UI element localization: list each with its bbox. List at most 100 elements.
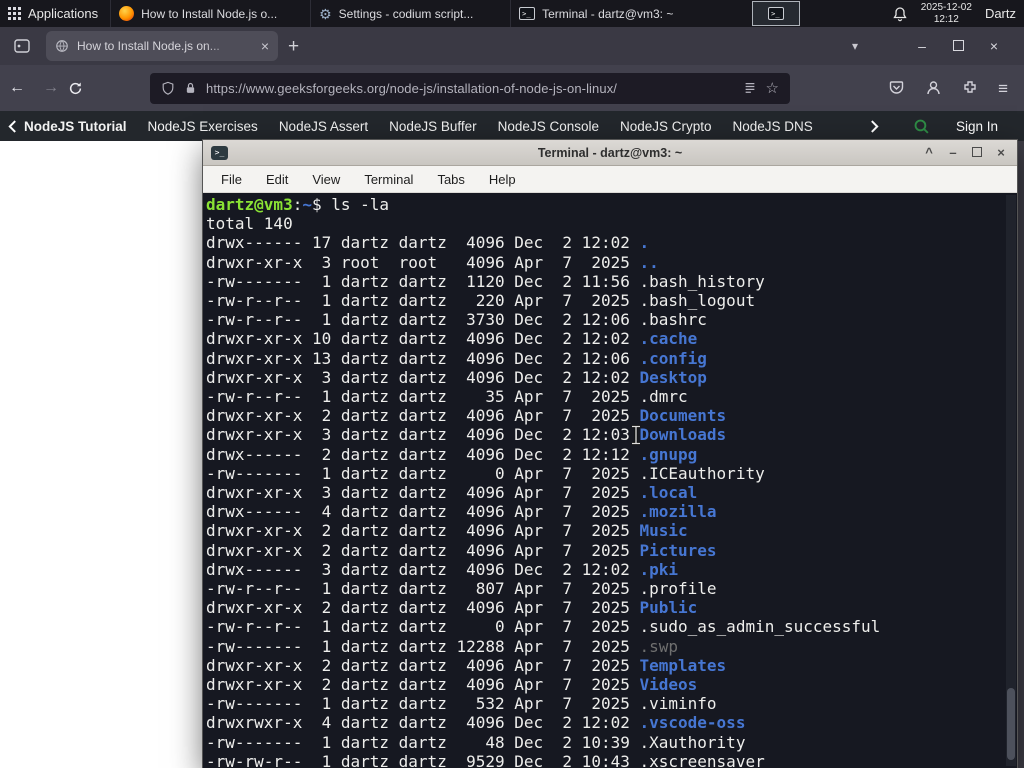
- window-controls: ▾ – ×: [852, 39, 1024, 53]
- list-all-tabs-icon[interactable]: ▾: [852, 39, 858, 53]
- terminal-menu-help[interactable]: Help: [489, 172, 516, 187]
- nav-scroll-left-icon[interactable]: [0, 119, 24, 133]
- back-button[interactable]: ←: [0, 79, 34, 97]
- terminal-output-row: drwxr-xr-x 2 dartz dartz 4096 Apr 7 2025…: [206, 540, 717, 560]
- terminal-output-row: -rw------- 1 dartz dartz 532 Apr 7 2025 …: [206, 694, 717, 714]
- terminal-menu-file[interactable]: File: [221, 172, 242, 187]
- lock-icon[interactable]: [184, 81, 197, 95]
- file-name: .vscode-oss: [639, 713, 746, 733]
- maximize-box-icon: [972, 147, 982, 157]
- applications-grid-icon: [8, 7, 21, 20]
- terminal-window-title: Terminal - dartz@vm3: ~: [537, 145, 683, 160]
- file-name: .gnupg: [639, 444, 698, 464]
- terminal-maximize-button[interactable]: [969, 146, 985, 159]
- terminal-menubar: File Edit View Terminal Tabs Help: [203, 166, 1017, 193]
- terminal-output-row: drwxrwxr-x 4 dartz dartz 4096 Dec 2 12:0…: [206, 713, 746, 733]
- terminal-menu-edit[interactable]: Edit: [266, 172, 288, 187]
- taskbar-window-settings[interactable]: ⚙ Settings - codium script...: [311, 0, 510, 27]
- terminal-minimize-button[interactable]: –: [945, 146, 961, 159]
- browser-tab-strip: How to Install Node.js on... × + ▾ – ×: [0, 27, 1024, 65]
- terminal-output-row: drwxr-xr-x 2 dartz dartz 4096 Apr 7 2025…: [206, 521, 688, 541]
- terminal-output-row: drwxr-xr-x 13 dartz dartz 4096 Dec 2 12:…: [206, 348, 707, 368]
- applications-menu[interactable]: Applications: [0, 0, 110, 27]
- file-name: ..: [639, 252, 659, 272]
- terminal-output-row: -rw-r--r-- 1 dartz dartz 35 Apr 7 2025 .…: [206, 387, 688, 407]
- terminal-scrollbar-thumb[interactable]: [1007, 688, 1015, 760]
- file-name: .sudo_as_admin_successful: [639, 617, 881, 637]
- forward-button[interactable]: →: [34, 79, 68, 97]
- gfg-nav-item[interactable]: NodeJS Assert: [279, 119, 368, 134]
- terminal-menu-terminal[interactable]: Terminal: [364, 172, 413, 187]
- gfg-nav-item[interactable]: NodeJS Tutorial: [24, 119, 127, 134]
- window-close-button[interactable]: ×: [976, 39, 1012, 53]
- terminal-prompt-line: dartz@vm3:~$ ls -la: [206, 195, 1017, 214]
- user-menu[interactable]: Dartz: [985, 6, 1016, 21]
- gfg-nav-item[interactable]: NodeJS DNS: [733, 119, 813, 134]
- terminal-output-row: drwxr-xr-x 2 dartz dartz 4096 Apr 7 2025…: [206, 655, 727, 675]
- url-bar[interactable]: https://www.geeksforgeeks.org/node-js/in…: [150, 72, 790, 104]
- firefox-view-icon[interactable]: [12, 36, 32, 56]
- bookmark-star-icon[interactable]: ☆: [766, 81, 779, 96]
- terminal-output-row: drwxr-xr-x 2 dartz dartz 4096 Apr 7 2025…: [206, 675, 698, 695]
- reload-button[interactable]: [68, 81, 102, 96]
- page-scrollbar[interactable]: [1017, 141, 1024, 768]
- taskbar-terminal-indicator[interactable]: >_: [752, 1, 801, 26]
- file-name: .profile: [639, 579, 717, 599]
- browser-tab[interactable]: How to Install Node.js on... ×: [46, 31, 278, 61]
- file-name: .pki: [639, 559, 679, 579]
- terminal-menu-view[interactable]: View: [312, 172, 340, 187]
- search-icon[interactable]: [913, 118, 930, 135]
- gfg-nav-item[interactable]: NodeJS Buffer: [389, 119, 477, 134]
- file-name: .bash_logout: [639, 291, 756, 311]
- clock[interactable]: 2025-12-02 12:12: [921, 2, 972, 25]
- terminal-output-row: drwx------ 2 dartz dartz 4096 Dec 2 12:1…: [206, 444, 698, 464]
- url-text[interactable]: https://www.geeksforgeeks.org/node-js/in…: [206, 81, 734, 96]
- terminal-window: >_ Terminal - dartz@vm3: ~ ^ – × File Edi…: [202, 139, 1018, 768]
- terminal-close-button[interactable]: ×: [993, 146, 1009, 159]
- terminal-total-line: total 140: [206, 214, 293, 234]
- terminal-scrollbar[interactable]: [1006, 195, 1016, 766]
- file-name: Desktop: [639, 367, 707, 387]
- menu-hamburger-icon[interactable]: ≡: [998, 80, 1008, 97]
- sign-in-button[interactable]: Sign In: [956, 119, 998, 134]
- terminal-output-row: drwxr-xr-x 3 dartz dartz 4096 Dec 2 12:0…: [206, 367, 707, 387]
- terminal-menu-tabs[interactable]: Tabs: [437, 172, 464, 187]
- reader-mode-icon[interactable]: [743, 81, 757, 95]
- nav-scroll-right-icon[interactable]: [863, 119, 887, 133]
- gfg-nav-item[interactable]: NodeJS Crypto: [620, 119, 712, 134]
- file-name: .config: [639, 348, 707, 368]
- terminal-output-row: drwx------ 17 dartz dartz 4096 Dec 2 12:…: [206, 233, 650, 253]
- taskbar-window-firefox[interactable]: How to Install Node.js o...: [111, 0, 310, 27]
- terminal-shade-button[interactable]: ^: [921, 146, 937, 159]
- taskbar-window-title: Terminal - dartz@vm3: ~: [542, 6, 674, 21]
- tab-close-icon[interactable]: ×: [261, 39, 269, 53]
- pocket-icon[interactable]: [888, 80, 905, 96]
- window-minimize-button[interactable]: –: [904, 39, 940, 53]
- terminal-output-row: -rw-r--r-- 1 dartz dartz 0 Apr 7 2025 .s…: [206, 617, 881, 637]
- new-tab-button[interactable]: +: [288, 37, 299, 56]
- terminal-output-row: drwxr-xr-x 3 dartz dartz 4096 Apr 7 2025…: [206, 483, 698, 503]
- gfg-nav-item[interactable]: NodeJS Console: [498, 119, 599, 134]
- clock-date: 2025-12-02: [920, 2, 972, 13]
- navbar-right-icons: ≡: [888, 80, 1024, 97]
- terminal-window-controls: ^ – ×: [921, 146, 1009, 159]
- terminal-output-row: -rw-r--r-- 1 dartz dartz 807 Apr 7 2025 …: [206, 579, 717, 599]
- file-name: .xscreensaver: [639, 751, 765, 768]
- firefox-icon: [119, 6, 135, 21]
- prompt-path: ~: [302, 195, 312, 214]
- taskbar-window-terminal[interactable]: >_ Terminal - dartz@vm3: ~: [511, 0, 710, 27]
- tab-favicon-globe-icon: [56, 40, 68, 52]
- file-name: .cache: [639, 329, 698, 349]
- extensions-icon[interactable]: [962, 80, 978, 96]
- tracking-shield-icon[interactable]: [161, 81, 175, 96]
- prompt-command: ls -la: [331, 195, 390, 214]
- gfg-nav-item[interactable]: NodeJS Exercises: [148, 119, 258, 134]
- notification-bell-icon[interactable]: [892, 6, 908, 22]
- prompt-colon: :: [292, 195, 303, 214]
- window-maximize-button[interactable]: [940, 39, 976, 53]
- account-icon[interactable]: [925, 80, 942, 96]
- terminal-icon: >_: [768, 7, 785, 20]
- terminal-titlebar[interactable]: >_ Terminal - dartz@vm3: ~ ^ – ×: [203, 140, 1017, 166]
- file-name: .swp: [639, 636, 679, 656]
- terminal-screen[interactable]: dartz@vm3:~$ ls -la total 140 drwx------…: [203, 193, 1017, 768]
